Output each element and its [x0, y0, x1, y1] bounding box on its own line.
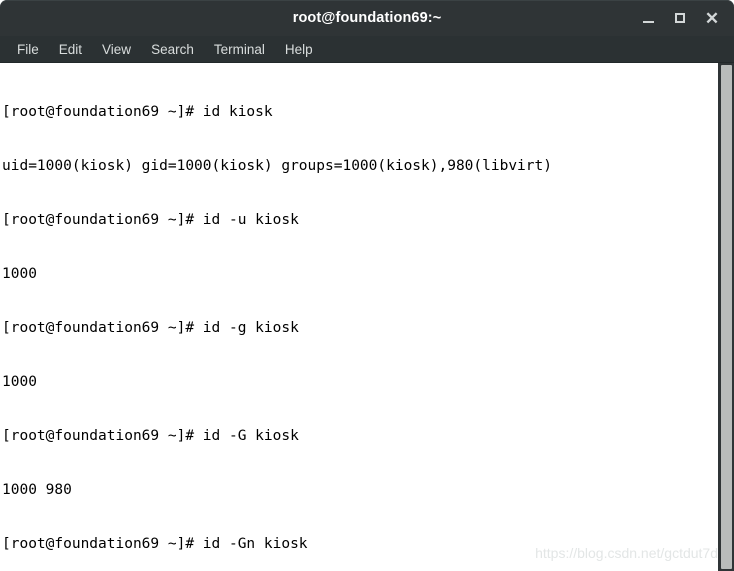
terminal-window: root@foundation69:~ ✕ File Edit View Sea…	[0, 0, 734, 571]
minimize-button[interactable]	[632, 3, 664, 33]
terminal-screen[interactable]: [root@foundation69 ~]# id kiosk uid=1000…	[0, 63, 718, 571]
menu-item-help[interactable]: Help	[276, 39, 322, 60]
titlebar[interactable]: root@foundation69:~ ✕	[0, 0, 734, 36]
terminal-line: 1000 980	[2, 482, 72, 498]
window-controls: ✕	[632, 0, 728, 36]
minimize-icon	[642, 21, 654, 23]
terminal-area: [root@foundation69 ~]# id kiosk uid=1000…	[0, 63, 734, 571]
vertical-scrollbar[interactable]	[718, 63, 734, 571]
close-button[interactable]: ✕	[696, 3, 728, 33]
terminal-line: [root@foundation69 ~]# id -g kiosk	[2, 320, 299, 336]
terminal-line: [root@foundation69 ~]# id -G kiosk	[2, 428, 299, 444]
maximize-icon	[675, 13, 685, 23]
menu-item-search[interactable]: Search	[142, 39, 203, 60]
window-title: root@foundation69:~	[292, 10, 442, 26]
close-icon: ✕	[704, 8, 720, 28]
scrollbar-thumb[interactable]	[720, 65, 732, 569]
menubar: File Edit View Search Terminal Help	[0, 36, 734, 63]
menu-item-edit[interactable]: Edit	[50, 39, 91, 60]
terminal-line: 1000	[2, 266, 37, 282]
terminal-line: [root@foundation69 ~]# id kiosk	[2, 104, 273, 120]
maximize-button[interactable]	[664, 3, 696, 33]
terminal-line: 1000	[2, 374, 37, 390]
menu-item-terminal[interactable]: Terminal	[205, 39, 274, 60]
terminal-line: [root@foundation69 ~]# id -Gn kiosk	[2, 536, 308, 552]
terminal-line: uid=1000(kiosk) gid=1000(kiosk) groups=1…	[2, 158, 552, 174]
terminal-line: [root@foundation69 ~]# id -u kiosk	[2, 212, 299, 228]
menu-item-view[interactable]: View	[93, 39, 140, 60]
menu-item-file[interactable]: File	[8, 39, 48, 60]
